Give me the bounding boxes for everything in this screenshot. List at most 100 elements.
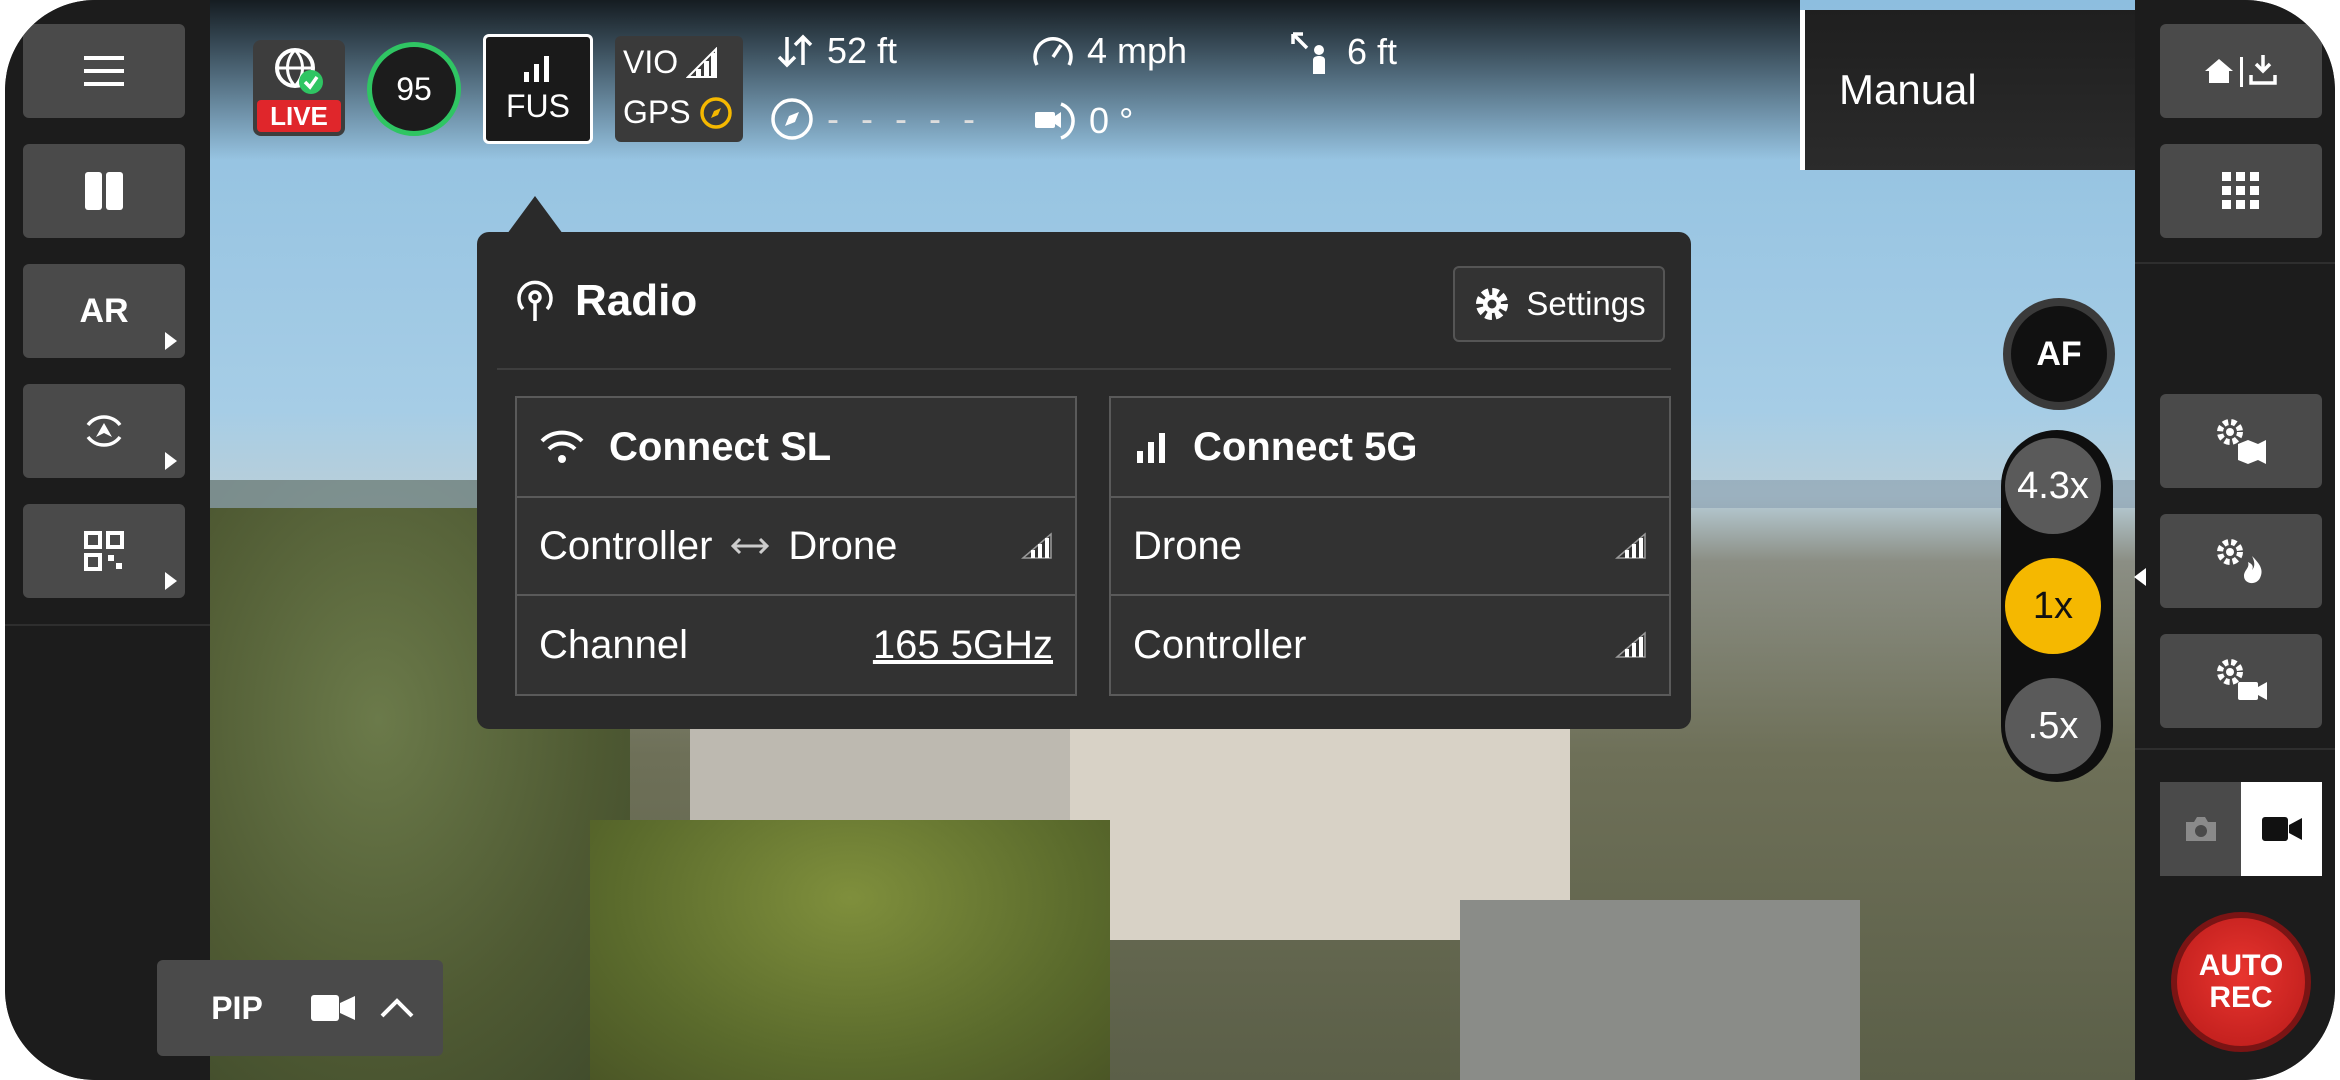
gear-icon	[1476, 288, 1509, 320]
connect-sl-title: Connect SL	[609, 424, 832, 469]
camera-icon	[2185, 817, 2216, 841]
antenna-icon	[517, 280, 553, 321]
vio-label: VIO	[623, 44, 679, 80]
signal-strength-icon	[1021, 532, 1052, 559]
connect-sl-header: Connect SL	[517, 398, 1075, 498]
signal-bars-icon	[524, 55, 549, 82]
wifi-icon	[540, 430, 584, 463]
auto-rec-line2: REC	[2209, 981, 2273, 1014]
qr-scan-button[interactable]	[23, 504, 185, 598]
heading-value: - - - - -	[827, 98, 981, 139]
pip-label: PIP	[211, 989, 263, 1026]
speed-value: 4 mph	[1087, 30, 1188, 71]
radio-popup: Radio Settings Connect SL Controller Dro…	[477, 232, 1691, 729]
globe-check-icon	[275, 48, 323, 94]
obstacle-avoidance-button[interactable]	[23, 384, 185, 478]
gear-camera-icon	[2217, 659, 2267, 700]
popup-divider	[497, 368, 1671, 370]
photo-video-toggle[interactable]	[2160, 782, 2322, 876]
ar-button[interactable]: AR	[23, 264, 185, 358]
video-mode-button[interactable]	[2241, 782, 2322, 876]
radio-title-text: Radio	[575, 276, 698, 325]
distance-readout: 6 ft	[1289, 30, 1397, 74]
obstacle-avoidance-icon	[86, 415, 122, 447]
gear-flame-icon	[2217, 539, 2262, 584]
autofocus-button[interactable]: AF	[2003, 298, 2115, 410]
expand-arrow-icon	[165, 452, 177, 470]
menu-button[interactable]	[23, 24, 185, 118]
home-land-icon	[2205, 55, 2277, 87]
gimbal-angle-value: 0 °	[1089, 100, 1134, 141]
zoom-option[interactable]: .5x	[2005, 678, 2101, 774]
camera-settings-button[interactable]	[2160, 634, 2322, 728]
af-label: AF	[2036, 334, 2082, 373]
apps-grid-button[interactable]	[2160, 144, 2322, 238]
camera-source-button[interactable]	[283, 960, 443, 1056]
gps-label: GPS	[623, 94, 691, 130]
bidirectional-arrow-icon	[731, 537, 770, 555]
map-settings-button[interactable]	[2160, 394, 2322, 488]
navigation-status[interactable]: VIO GPS	[615, 36, 743, 142]
zoom-option[interactable]: 4.3x	[2005, 438, 2101, 534]
heading-readout: - - - - -	[769, 96, 981, 142]
chevron-up-icon	[380, 998, 414, 1018]
ar-label: AR	[79, 291, 129, 330]
return-home-button[interactable]	[2160, 24, 2322, 118]
speedometer-icon	[1033, 37, 1073, 66]
connect-5g-title: Connect 5G	[1193, 424, 1418, 469]
popup-pointer	[507, 196, 563, 234]
speed-readout: 4 mph	[1031, 30, 1187, 72]
auto-rec-line1: AUTO	[2198, 949, 2284, 982]
signal-bars-icon	[686, 46, 718, 78]
health-score[interactable]: 95	[367, 42, 461, 136]
flight-mode-panel[interactable]: Manual	[1800, 10, 2135, 170]
channel-label: Channel	[539, 622, 689, 667]
zoom-option-label: .5x	[2027, 704, 2079, 747]
video-camera-icon	[311, 995, 355, 1021]
sidebar-divider	[2135, 748, 2335, 750]
app-frame: AR AUTO REC LIVE 95 FUS VIO GPS 52 ft - …	[5, 0, 2335, 1080]
sidebar-divider	[2135, 262, 2335, 264]
altitude-arrows-icon	[777, 34, 813, 68]
photo-mode-button[interactable]	[2160, 782, 2241, 876]
left-sidebar: AR	[5, 0, 210, 1080]
health-score-value: 95	[396, 70, 432, 107]
live-stream-badge[interactable]: LIVE	[253, 40, 345, 136]
sidebar-divider	[5, 624, 210, 626]
radio-settings-button[interactable]: Settings	[1453, 266, 1665, 342]
flight-mode-label: Manual	[1839, 66, 1977, 113]
sl-channel-row: Channel 165 5GHz	[517, 596, 1075, 694]
channel-value-link[interactable]: 165 5GHz	[873, 623, 1053, 668]
auto-record-button[interactable]: AUTO REC	[2171, 912, 2311, 1052]
gear-map-icon	[2217, 419, 2266, 464]
connect-5g-header: Connect 5G	[1111, 398, 1669, 498]
zoom-option-label: 4.3x	[2017, 464, 2089, 507]
video-camera-icon	[2261, 817, 2302, 841]
5g-drone-row: Drone	[1111, 498, 1669, 596]
settings-label: Settings	[1526, 285, 1646, 322]
altitude-value: 52 ft	[827, 30, 898, 71]
split-view-button[interactable]	[23, 144, 185, 238]
person-distance-icon	[1291, 32, 1325, 74]
zoom-option-selected[interactable]: 1x	[2005, 558, 2101, 654]
grid-icon	[2222, 172, 2259, 209]
expand-arrow-icon	[165, 332, 177, 350]
sl-link-row: Controller Drone	[517, 498, 1075, 596]
sl-link-to: Drone	[788, 523, 898, 568]
scenery-parking	[1460, 900, 1860, 1080]
split-view-icon	[85, 172, 123, 210]
gimbal-readout: 0 °	[1031, 98, 1133, 144]
altitude-readout: 52 ft	[775, 30, 897, 72]
compass-icon	[699, 96, 732, 129]
live-label: LIVE	[257, 100, 341, 132]
fus-label: FUS	[506, 87, 570, 124]
expand-left-arrow-icon	[2134, 568, 2146, 586]
5g-drone-label: Drone	[1133, 523, 1242, 568]
5g-controller-row: Controller	[1111, 596, 1669, 694]
radio-popup-title: Radio	[513, 276, 697, 326]
sl-link-from: Controller	[539, 523, 713, 568]
signal-strength-icon	[1615, 631, 1646, 658]
thermal-settings-button[interactable]	[2134, 514, 2322, 608]
signal-bars-icon	[1137, 433, 1165, 463]
fusion-status[interactable]: FUS	[483, 34, 593, 144]
